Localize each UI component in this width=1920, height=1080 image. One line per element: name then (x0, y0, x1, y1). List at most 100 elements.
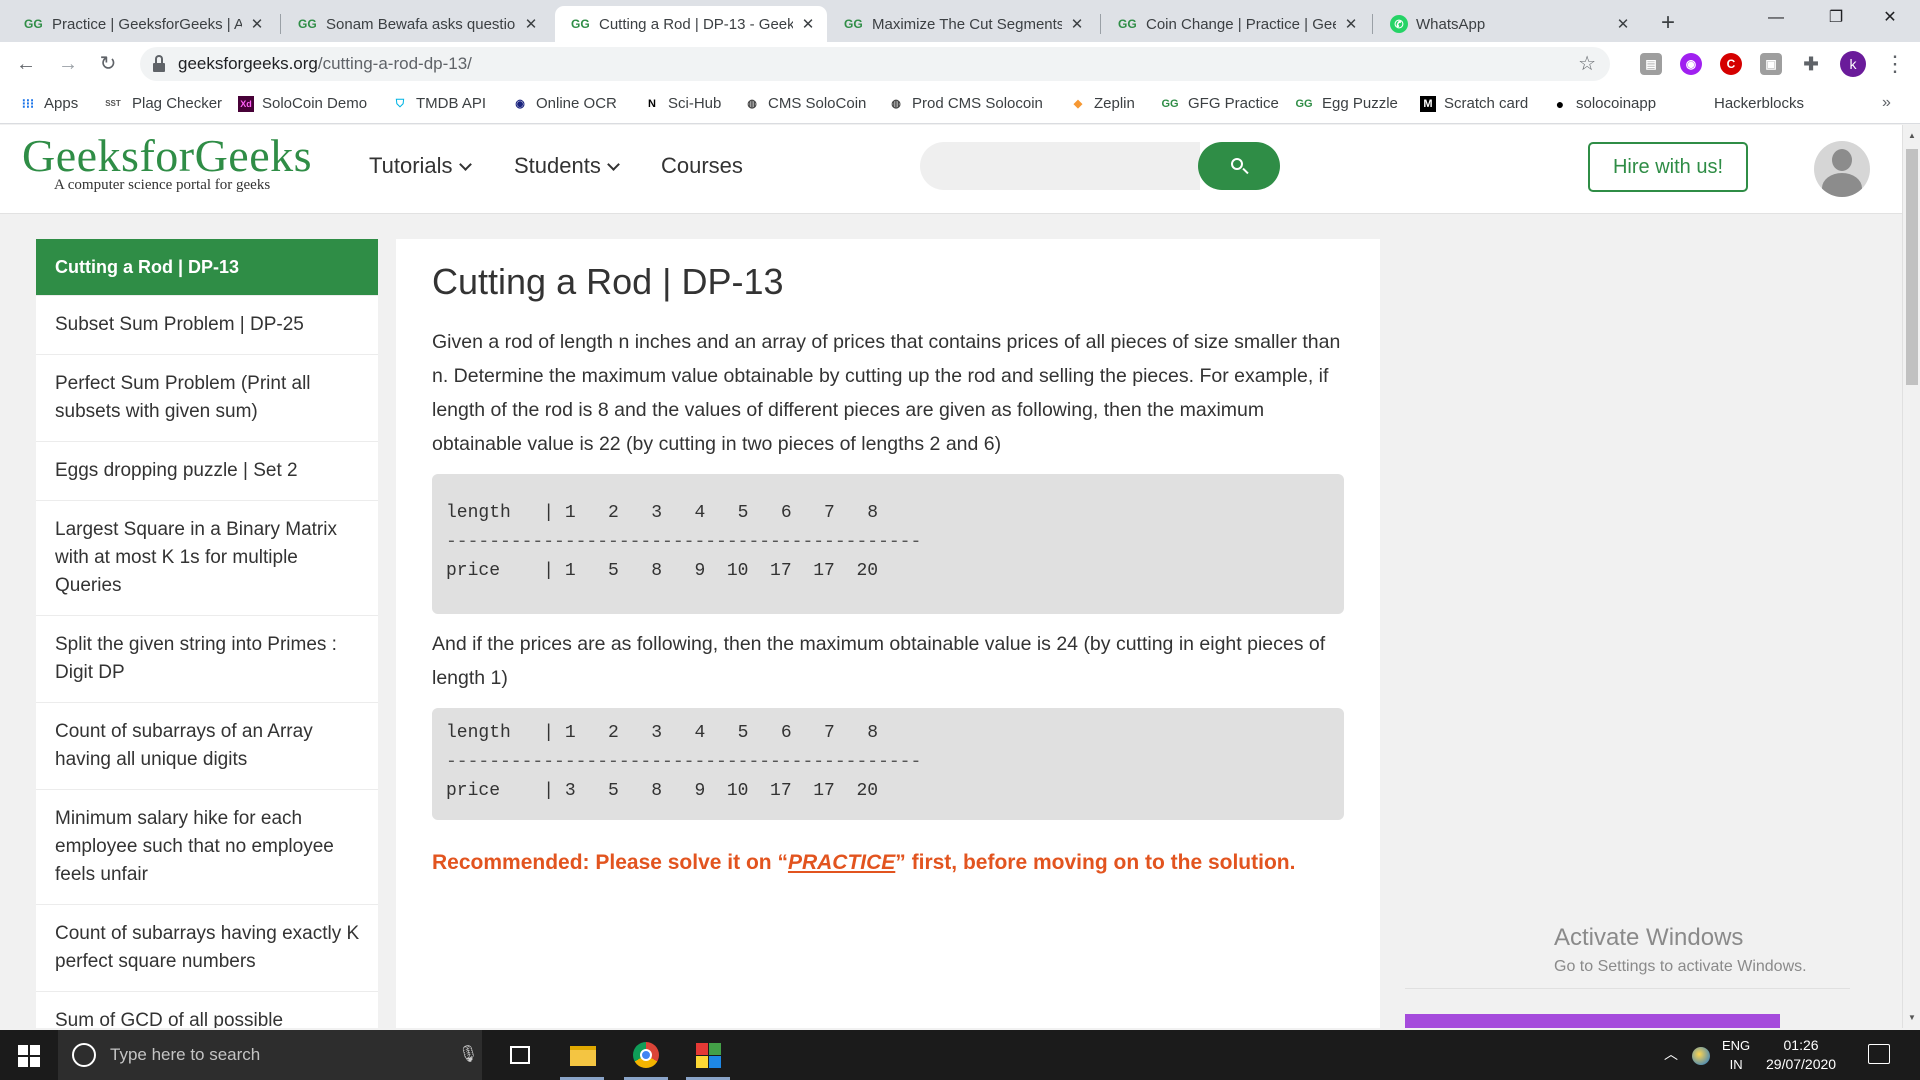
file-explorer-icon[interactable] (560, 1038, 604, 1080)
windows-start-icon[interactable] (18, 1045, 40, 1067)
bookmark-item[interactable]: GG GFG Practice (1160, 95, 1278, 112)
sidebar-item[interactable]: Minimum salary hike for each employee su… (36, 790, 378, 905)
puzzle-extensions-icon[interactable]: ✚ (1800, 53, 1822, 75)
forward-arrow-icon[interactable]: → (52, 48, 84, 80)
sidebar-item[interactable]: Largest Square in a Binary Matrix with a… (36, 501, 378, 616)
gfg-favicon-icon: GG (24, 17, 43, 31)
bookmark-item[interactable]: GG Egg Puzzle (1294, 95, 1397, 112)
sidebar-item[interactable]: Subset Sum Problem | DP-25 (36, 296, 378, 355)
tab-separator (1100, 14, 1101, 34)
bookmark-item[interactable]: M Scratch card (1420, 95, 1528, 112)
url-text[interactable]: geeksforgeeks.org/cutting-a-rod-dp-13/ (178, 54, 472, 74)
article-title: Cutting a Rod | DP-13 (432, 261, 784, 302)
scrollbar-thumb[interactable] (1906, 149, 1918, 385)
tab-close-icon[interactable]: ✕ (799, 15, 817, 33)
code-line: ----------------------------------------… (446, 532, 922, 552)
bookmark-item[interactable]: N Sci-Hub (644, 95, 721, 112)
new-tab-button[interactable]: + (1652, 8, 1684, 40)
code-block: length | 1 2 3 4 5 6 7 8 ---------------… (432, 474, 1344, 614)
task-view-icon[interactable] (498, 1038, 542, 1072)
bookmark-item[interactable]: ⛉ TMDB API (392, 95, 486, 112)
gfg-favicon-icon: GG (844, 17, 863, 31)
tab-title: Coin Change | Practice | Geek (1146, 15, 1336, 33)
notification-center-icon[interactable] (1868, 1044, 1890, 1064)
browser-tab[interactable]: GG Sonam Bewafa asks question ✕ (282, 6, 550, 42)
taskbar-search-input[interactable]: Type here to search 🎙 (58, 1030, 482, 1080)
microphone-icon[interactable]: 🎙 (458, 1044, 478, 1064)
input-language[interactable]: ENG IN (1722, 1036, 1750, 1074)
tab-title: Cutting a Rod | DP-13 - Geek (599, 15, 793, 33)
extension-icon[interactable]: ▣ (1760, 53, 1782, 75)
ocr-icon: ◉ (515, 97, 525, 110)
page-scrollbar[interactable]: ▲ ▼ (1902, 125, 1920, 1028)
tab-close-icon[interactable]: ✕ (1614, 15, 1632, 33)
code-line: length | 1 2 3 4 5 6 7 8 (446, 723, 879, 743)
code-line: price | 1 5 8 9 10 17 17 20 (446, 561, 879, 581)
reload-icon[interactable]: ↻ (92, 48, 124, 80)
chrome-menu-icon[interactable]: ⋮ (1884, 48, 1906, 80)
bookmarks-overflow-icon[interactable]: » (1882, 94, 1891, 112)
xd-icon: Xd (238, 95, 254, 112)
medium-icon: M (1420, 95, 1436, 112)
ad-banner[interactable] (1405, 1014, 1780, 1028)
show-hidden-icons-icon[interactable]: ︿ (1664, 1044, 1678, 1064)
extension-icon[interactable]: ▤ (1640, 53, 1662, 75)
browser-tab[interactable]: GG Coin Change | Practice | Geek ✕ (1102, 6, 1370, 42)
browser-tab[interactable]: ✆ WhatsApp ✕ (1374, 6, 1642, 42)
close-window-icon[interactable]: ✕ (1860, 0, 1920, 36)
zeplin-icon: ◆ (1073, 97, 1083, 110)
browser-tab[interactable]: GG Practice | GeeksforGeeks | A c ✕ (8, 6, 276, 42)
tab-title: Practice | GeeksforGeeks | A c (52, 15, 242, 33)
nav-students[interactable]: Students (514, 153, 620, 179)
bookmark-apps[interactable]: ⁝⁝⁝ Apps (20, 95, 78, 112)
bookmark-item[interactable]: SST Plag Checker (102, 95, 222, 112)
extension-icon[interactable]: ◉ (1680, 53, 1702, 75)
lock-icon[interactable] (152, 55, 166, 73)
sidebar-item[interactable]: Count of subarrays of an Array having al… (36, 703, 378, 790)
tab-separator (280, 14, 281, 34)
app-tiles-icon[interactable] (686, 1038, 730, 1080)
bookmark-item[interactable]: ◍ Prod CMS Solocoin (888, 95, 1043, 112)
back-arrow-icon[interactable]: ← (10, 48, 42, 80)
sidebar-item-active[interactable]: Cutting a Rod | DP-13 (36, 239, 378, 296)
hire-with-us-button[interactable]: Hire with us! (1588, 142, 1748, 192)
code-line: ----------------------------------------… (446, 752, 922, 772)
bookmark-item[interactable]: ◍ CMS SoloCoin (744, 95, 866, 112)
tab-close-icon[interactable]: ✕ (248, 15, 266, 33)
extension-icon[interactable]: C (1720, 53, 1742, 75)
scroll-down-icon[interactable]: ▼ (1908, 1013, 1916, 1022)
sidebar-item[interactable]: Sum of GCD of all possible sequences (36, 992, 378, 1028)
nav-tutorials[interactable]: Tutorials (369, 153, 472, 179)
bookmark-item[interactable]: Hackerblocks (1714, 95, 1804, 112)
nav-courses[interactable]: Courses (661, 153, 743, 179)
bookmark-item[interactable]: ● solocoinapp (1552, 95, 1656, 112)
tab-close-icon[interactable]: ✕ (1342, 15, 1360, 33)
bookmark-item[interactable]: Xd SoloCoin Demo (238, 95, 367, 112)
scroll-up-icon[interactable]: ▲ (1908, 131, 1916, 140)
browser-tab-active[interactable]: GG Cutting a Rod | DP-13 - Geek ✕ (555, 6, 827, 42)
search-button[interactable] (1198, 142, 1280, 190)
sidebar-item[interactable]: Eggs dropping puzzle | Set 2 (36, 442, 378, 501)
chevron-down-icon (606, 158, 620, 171)
practice-link[interactable]: PRACTICE (788, 851, 895, 874)
sidebar-item[interactable]: Split the given string into Primes : Dig… (36, 616, 378, 703)
address-bar[interactable]: geeksforgeeks.org/cutting-a-rod-dp-13/ ☆ (140, 47, 1610, 81)
bookmark-item[interactable]: ◆ Zeplin (1070, 95, 1135, 112)
site-logo[interactable]: GeeksforGeeks (22, 129, 312, 182)
minimize-window-icon[interactable]: — (1746, 0, 1806, 36)
profile-avatar[interactable]: k (1840, 51, 1866, 77)
cortana-icon (72, 1043, 96, 1067)
system-clock[interactable]: 01:26 29/07/2020 (1766, 1036, 1836, 1074)
tab-close-icon[interactable]: ✕ (522, 15, 540, 33)
weather-icon[interactable] (1692, 1047, 1710, 1065)
chrome-icon[interactable] (624, 1038, 668, 1080)
restore-window-icon[interactable]: ❐ (1806, 0, 1866, 36)
tab-close-icon[interactable]: ✕ (1068, 15, 1086, 33)
site-search-input[interactable] (920, 142, 1200, 190)
bookmark-item[interactable]: ◉ Online OCR (512, 95, 617, 112)
bookmark-star-icon[interactable]: ☆ (1578, 51, 1596, 76)
browser-tab[interactable]: GG Maximize The Cut Segments ✕ (828, 6, 1096, 42)
user-avatar[interactable] (1814, 141, 1870, 197)
sidebar-item[interactable]: Perfect Sum Problem (Print all subsets w… (36, 355, 378, 442)
sidebar-item[interactable]: Count of subarrays having exactly K perf… (36, 905, 378, 992)
